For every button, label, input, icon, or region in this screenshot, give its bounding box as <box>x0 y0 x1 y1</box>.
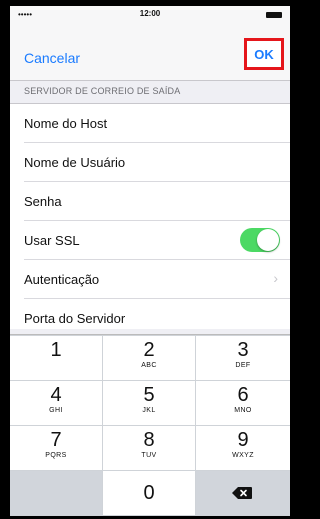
row-label: Usar SSL <box>24 233 80 248</box>
row-host-name[interactable]: Nome do Host <box>24 104 290 143</box>
delete-key[interactable] <box>196 471 290 515</box>
key-letters: GHI <box>49 407 63 414</box>
phone-screen: ••••• 12:00 Cancelar OK SERVIDOR DE CORR… <box>10 6 290 516</box>
row-label: Senha <box>24 194 62 209</box>
battery-icon <box>266 12 282 18</box>
key-6[interactable]: 6 MNO <box>196 381 290 425</box>
key-letters: TUV <box>141 452 157 459</box>
row-authentication[interactable]: Autenticação › <box>24 260 290 299</box>
row-label: Autenticação <box>24 272 100 287</box>
key-letters: DEF <box>235 362 251 369</box>
key-letters: ABC <box>141 362 157 369</box>
key-digit: 8 <box>143 429 155 451</box>
status-bar: ••••• 12:00 <box>10 6 290 24</box>
backspace-icon <box>232 487 252 499</box>
navigation-bar: Cancelar OK <box>10 24 290 81</box>
row-label: Porta do Servidor <box>24 311 126 326</box>
key-2[interactable]: 2 ABC <box>103 336 195 380</box>
key-3[interactable]: 3 DEF <box>196 336 290 380</box>
key-digit: 4 <box>50 384 62 406</box>
toggle-knob <box>257 229 279 251</box>
key-letters: WXYZ <box>232 452 254 459</box>
key-0[interactable]: 0 <box>103 471 195 515</box>
key-digit: 9 <box>237 429 249 451</box>
ok-button-highlight[interactable]: OK <box>244 38 284 70</box>
key-digit: 5 <box>143 384 155 406</box>
key-4[interactable]: 4 GHI <box>10 381 102 425</box>
cancel-button[interactable]: Cancelar <box>24 50 80 66</box>
key-digit: 2 <box>143 339 155 361</box>
row-user-name[interactable]: Nome de Usuário <box>24 143 290 182</box>
key-digit: 0 <box>143 482 155 504</box>
key-letters: MNO <box>234 407 252 414</box>
key-letters: JKL <box>142 407 156 414</box>
key-digit: 7 <box>50 429 62 451</box>
ssl-toggle[interactable] <box>240 228 280 252</box>
key-5[interactable]: 5 JKL <box>103 381 195 425</box>
key-digit: 3 <box>237 339 249 361</box>
row-label: Nome do Host <box>24 116 108 131</box>
settings-list: Nome do Host Nome de Usuário Senha Usar … <box>10 103 290 329</box>
key-8[interactable]: 8 TUV <box>103 426 195 470</box>
row-password[interactable]: Senha <box>24 182 290 221</box>
row-use-ssl: Usar SSL <box>24 221 290 260</box>
numeric-keypad: 1 2 ABC 3 DEF 4 GHI 5 JKL 6 MNO 7 PQRS 8 <box>10 334 290 516</box>
key-9[interactable]: 9 WXYZ <box>196 426 290 470</box>
key-7[interactable]: 7 PQRS <box>10 426 102 470</box>
key-blank <box>10 471 102 515</box>
chevron-right-icon: › <box>273 270 278 286</box>
key-digit: 1 <box>50 339 62 361</box>
status-time: 12:00 <box>139 9 161 18</box>
row-label: Nome de Usuário <box>24 155 126 170</box>
key-letters: PQRS <box>45 452 67 459</box>
row-server-port[interactable]: Porta do Servidor <box>24 299 290 329</box>
section-header: SERVIDOR DE CORREIO DE SAÍDA <box>24 86 181 96</box>
ok-button[interactable]: OK <box>247 47 281 62</box>
key-1[interactable]: 1 <box>10 336 102 380</box>
key-digit: 6 <box>237 384 249 406</box>
